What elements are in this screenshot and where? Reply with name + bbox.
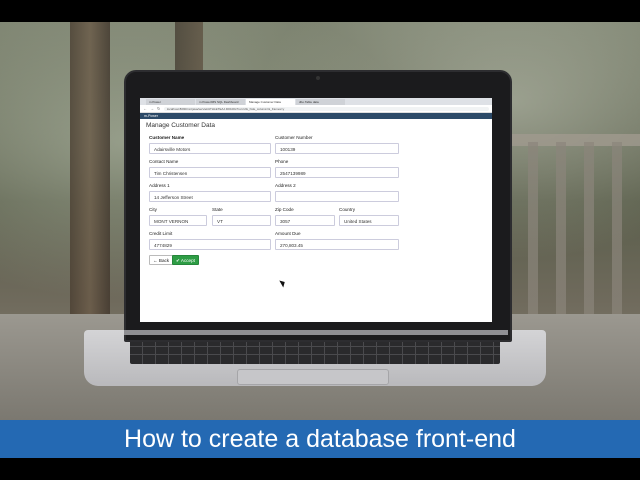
laptop-hinge — [124, 330, 508, 335]
tree-trunk — [70, 22, 110, 322]
phone-label: Phone — [275, 159, 289, 164]
laptop-screen: m Power m Power/MS SQL Dashboard Manage … — [140, 98, 492, 322]
address-bar-row: ← → ↻ localhost:8090/mrcjava/servlet/ATH… — [140, 105, 492, 113]
app-brand[interactable]: m-Power — [144, 114, 158, 118]
customer-name-input[interactable]: Adairsville Motors — [149, 143, 271, 154]
browser-tab-active[interactable]: Manage Customer Data — [246, 99, 295, 105]
browser-tab-strip: m Power m Power/MS SQL Dashboard Manage … — [140, 98, 492, 105]
customer-number-input[interactable]: 100139 — [275, 143, 399, 154]
reload-icon[interactable]: ↻ — [157, 106, 161, 111]
browser-tab[interactable]: dbo.Table data — [296, 99, 345, 105]
zip-label: Zip Code — [275, 207, 294, 212]
check-icon: ✔ — [176, 258, 180, 263]
address2-input[interactable] — [275, 191, 399, 202]
customer-name-label: Customer Name — [149, 135, 185, 140]
zip-input[interactable]: 3057 — [275, 215, 335, 226]
laptop-lid: m Power m Power/MS SQL Dashboard Manage … — [124, 70, 512, 342]
state-label: State — [212, 207, 223, 212]
railing-posts — [500, 142, 640, 322]
laptop-trackpad — [237, 369, 389, 385]
back-button-label: Back — [158, 258, 170, 263]
city-input[interactable]: MONT VERNON — [149, 215, 207, 226]
state-input[interactable]: VT — [212, 215, 271, 226]
country-label: Country — [339, 207, 356, 212]
phone-input[interactable]: 2547139989 — [275, 167, 399, 178]
credit-limit-input[interactable]: 4774829 — [149, 239, 271, 250]
forward-arrow-icon[interactable]: → — [150, 106, 154, 111]
caption-banner: How to create a database front-end — [0, 420, 640, 458]
customer-number-label: Customer Number — [275, 135, 313, 140]
contact-name-label: Contact Name — [149, 159, 179, 164]
browser-tab[interactable]: m Power — [146, 99, 195, 105]
arrow-left-icon: ← — [153, 258, 158, 263]
mouse-cursor-icon — [279, 278, 287, 288]
form-page: Manage Customer Data Customer Name Adair… — [140, 119, 492, 288]
credit-limit-label: Credit Limit — [149, 231, 173, 236]
amount-due-input[interactable]: 270,803.45 — [275, 239, 399, 250]
city-label: City — [149, 207, 157, 212]
address2-label: Address 2 — [275, 183, 296, 188]
contact-name-input[interactable]: Tim Christensen — [149, 167, 271, 178]
page-title: Manage Customer Data — [146, 122, 216, 129]
back-arrow-icon[interactable]: ← — [143, 106, 147, 111]
accept-button[interactable]: ✔ Accept — [172, 255, 199, 265]
back-button[interactable]: ← Back — [149, 255, 174, 265]
browser-tab[interactable]: m Power/MS SQL Dashboard — [196, 99, 245, 105]
address1-label: Address 1 — [149, 183, 170, 188]
camera-icon — [316, 76, 320, 80]
address1-input[interactable]: 14 Jefferson Street — [149, 191, 271, 202]
amount-due-label: Amount Due — [275, 231, 301, 236]
caption-text: How to create a database front-end — [124, 424, 516, 453]
country-input[interactable]: United States — [339, 215, 399, 226]
url-field[interactable]: localhost:8090/mrcjava/servlet/ATHLETEAJ… — [164, 106, 489, 111]
accept-button-label: Accept — [180, 258, 195, 263]
